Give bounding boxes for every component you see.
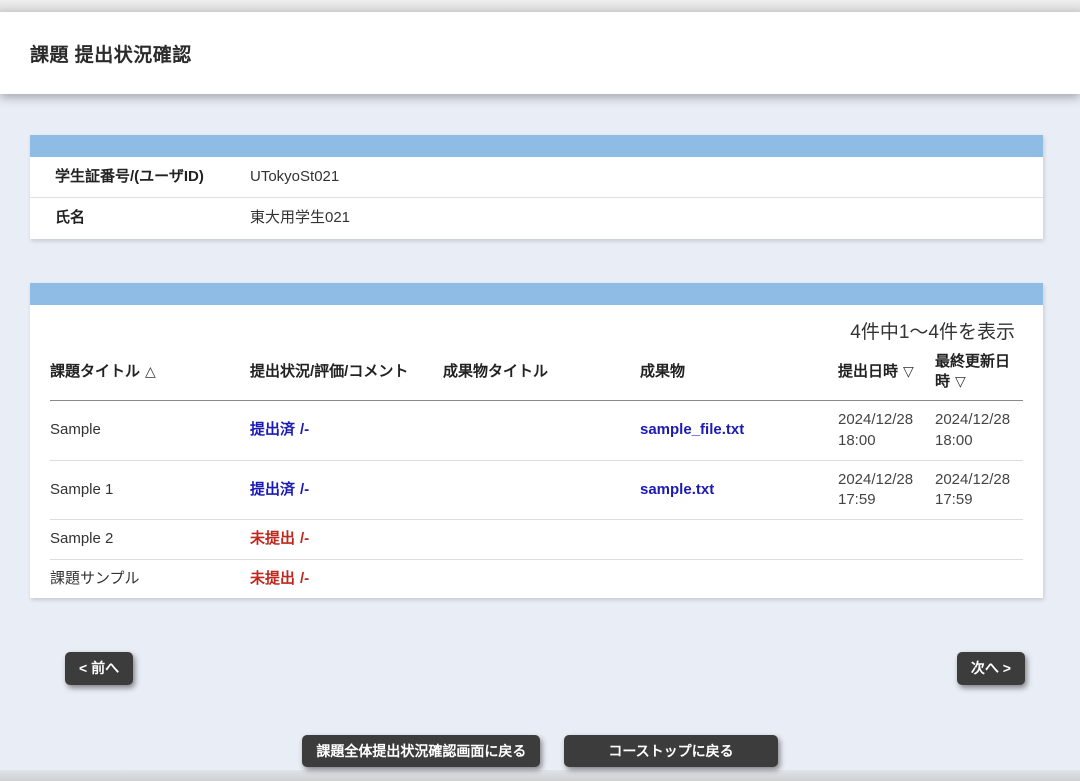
- student-info-panel: 学生証番号/(ユーザID) UTokyoSt021 氏名 東大用学生021: [30, 135, 1043, 239]
- status-text: 未提出: [250, 530, 295, 547]
- grade-text: /-: [300, 481, 309, 498]
- table-row: Sample 提出済 /- sample_file.txt 2024/12/28 …: [50, 401, 1023, 461]
- column-header-label: 課題タイトル: [50, 363, 140, 380]
- submission-status-link[interactable]: 提出済 /-: [250, 481, 309, 498]
- submitted-at-cell: [838, 520, 935, 559]
- window-chrome-strip: [0, 770, 1080, 781]
- panel-accent-bar: [30, 283, 1043, 305]
- updated-at-cell: [935, 559, 1023, 598]
- column-header-artifact-title: 成果物タイトル: [443, 344, 640, 401]
- assignment-title-cell: Sample 2: [50, 520, 250, 559]
- table-row: Sample 2 未提出 /-: [50, 520, 1023, 559]
- student-name-row: 氏名 東大用学生021: [30, 197, 1043, 238]
- sort-descending-icon[interactable]: ▽: [903, 363, 914, 379]
- status-cell: 提出済 /-: [250, 460, 443, 520]
- assignment-title-cell: Sample: [50, 401, 250, 461]
- artifact-cell: [640, 520, 838, 559]
- artifact-title-cell: [443, 520, 640, 559]
- assignment-title-cell: Sample 1: [50, 460, 250, 520]
- pagination-row: < 前へ 次へ >: [65, 652, 1025, 685]
- artifact-file-link[interactable]: sample_file.txt: [640, 421, 744, 438]
- artifact-title-cell: [443, 559, 640, 598]
- result-count: 4件中1〜4件を表示: [30, 305, 1043, 345]
- grade-text: /-: [300, 530, 309, 547]
- submitted-at-cell: 2024/12/28 18:00: [838, 401, 935, 461]
- status-cell: 提出済 /-: [250, 401, 443, 461]
- submissions-table: 課題タイトル △ 提出状況/評価/コメント 成果物タイトル 成果物 提出日時 ▽ 最…: [50, 344, 1023, 598]
- artifact-title-cell: [443, 401, 640, 461]
- student-id-row: 学生証番号/(ユーザID) UTokyoSt021: [30, 157, 1043, 197]
- updated-at-cell: 2024/12/28 17:59: [935, 460, 1023, 520]
- status-text: 提出済: [250, 421, 295, 438]
- page-header: 課題 提出状況確認: [0, 12, 1080, 94]
- submitted-at-cell: 2024/12/28 17:59: [838, 460, 935, 520]
- column-header-status: 提出状況/評価/コメント: [250, 344, 443, 401]
- submissions-panel: 4件中1〜4件を表示 課題タイトル △ 提出状況/評価/コメント 成果物タイトル …: [30, 283, 1043, 598]
- column-header-label: 成果物: [640, 363, 685, 380]
- column-header-assignment-title[interactable]: 課題タイトル △: [50, 344, 250, 401]
- column-header-label: 提出日時: [838, 363, 898, 380]
- artifact-cell: sample_file.txt: [640, 401, 838, 461]
- artifact-cell: [640, 559, 838, 598]
- artifact-cell: sample.txt: [640, 460, 838, 520]
- student-id-value: UTokyoSt021: [250, 157, 339, 197]
- bottom-actions-row: 課題全体提出状況確認画面に戻る コーストップに戻る: [0, 735, 1080, 768]
- sort-ascending-icon[interactable]: △: [145, 363, 156, 379]
- table-row: Sample 1 提出済 /- sample.txt 2024/12/28 17:…: [50, 460, 1023, 520]
- column-header-submitted-at[interactable]: 提出日時 ▽: [838, 344, 935, 401]
- sort-descending-icon[interactable]: ▽: [955, 373, 966, 389]
- submission-status-link[interactable]: 提出済 /-: [250, 421, 309, 438]
- table-row: 課題サンプル 未提出 /-: [50, 559, 1023, 598]
- status-text: 未提出: [250, 570, 295, 587]
- submitted-at-cell: [838, 559, 935, 598]
- back-to-course-top-button[interactable]: コーストップに戻る: [564, 735, 777, 768]
- column-header-label: 最終更新日時: [935, 353, 1010, 390]
- prev-page-button[interactable]: < 前へ: [65, 652, 133, 685]
- student-name-label: 氏名: [55, 198, 250, 238]
- assignment-title-cell: 課題サンプル: [50, 559, 250, 598]
- artifact-file-link[interactable]: sample.txt: [640, 481, 714, 498]
- column-header-label: 提出状況/評価/コメント: [250, 363, 408, 380]
- column-header-updated-at[interactable]: 最終更新日時▽: [935, 344, 1023, 401]
- status-text: 提出済: [250, 481, 295, 498]
- student-name-value: 東大用学生021: [250, 198, 350, 238]
- next-page-button[interactable]: 次へ >: [957, 652, 1025, 685]
- status-cell: 未提出 /-: [250, 520, 443, 559]
- back-to-overview-button[interactable]: 課題全体提出状況確認画面に戻る: [302, 735, 540, 768]
- column-header-label: 成果物タイトル: [443, 363, 548, 380]
- table-header-row: 課題タイトル △ 提出状況/評価/コメント 成果物タイトル 成果物 提出日時 ▽ 最…: [50, 344, 1023, 401]
- window-chrome-strip: [0, 0, 1080, 12]
- grade-text: /-: [300, 421, 309, 438]
- status-cell: 未提出 /-: [250, 559, 443, 598]
- student-id-label: 学生証番号/(ユーザID): [55, 157, 250, 197]
- updated-at-cell: [935, 520, 1023, 559]
- artifact-title-cell: [443, 460, 640, 520]
- panel-accent-bar: [30, 135, 1043, 157]
- updated-at-cell: 2024/12/28 18:00: [935, 401, 1023, 461]
- column-header-artifact: 成果物: [640, 344, 838, 401]
- grade-text: /-: [300, 570, 309, 587]
- main-content: 学生証番号/(ユーザID) UTokyoSt021 氏名 東大用学生021 4件…: [0, 94, 1080, 767]
- page-title: 課題 提出状況確認: [30, 40, 192, 67]
